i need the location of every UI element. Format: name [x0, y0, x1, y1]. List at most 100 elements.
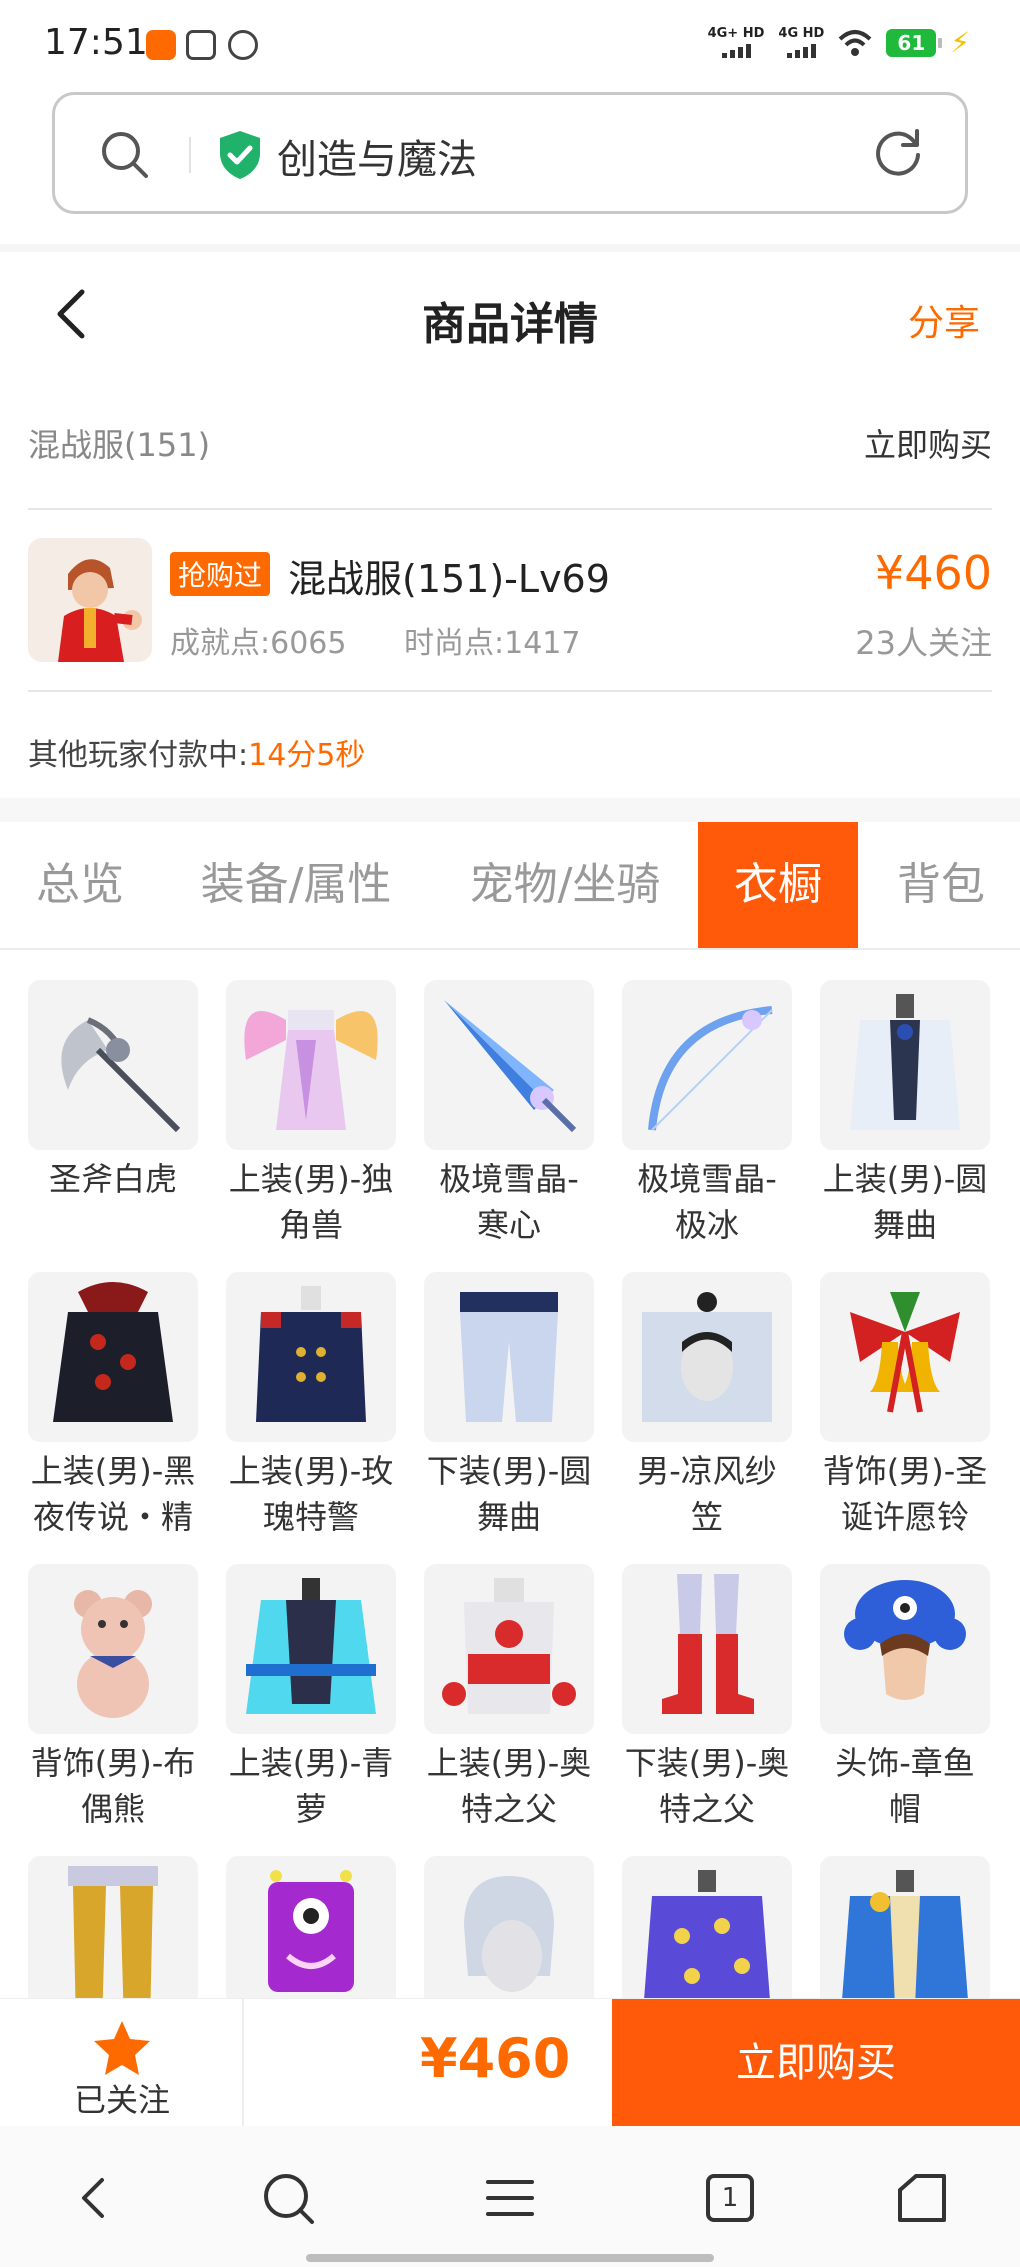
shield-check-icon [220, 131, 260, 179]
buy-now-link[interactable]: 立即购买 [864, 420, 992, 466]
wardrobe-item[interactable] [226, 1856, 396, 1998]
star-icon [94, 2021, 150, 2075]
home-icon[interactable] [894, 2170, 950, 2226]
product-name: 混战服(151)-Lv69 [288, 557, 610, 601]
item-label-line1: 上装(男)-玫 [228, 1452, 394, 1490]
app-notification-icon [146, 30, 176, 60]
tab-wardrobe[interactable]: 衣橱 [698, 822, 858, 948]
action-bar: 已关注 ¥460 立即购买 [0, 1998, 1020, 2127]
buy-now-button[interactable]: 立即购买 [612, 1999, 1020, 2127]
divider [28, 508, 992, 510]
tabs-button[interactable]: 1 [706, 2174, 754, 2222]
follower-count: 23人关注 [855, 624, 992, 662]
cyan-robe-icon [246, 1578, 376, 1714]
signal-bars-icon [778, 44, 824, 58]
wardrobe-item[interactable]: 背饰(男)-圣 诞许愿铃 [820, 1272, 990, 1540]
tab-pets[interactable]: 宠物/坐骑 [430, 822, 700, 948]
home-indicator[interactable] [306, 2254, 714, 2262]
item-image [820, 1272, 990, 1442]
veil-hat-icon [642, 1292, 772, 1422]
item-label-line2: 帽 [888, 1790, 921, 1828]
item-label-line1: 上装(男)-独 [228, 1160, 394, 1198]
wardrobe-item[interactable]: 下装(男)-奥 特之父 [622, 1564, 792, 1832]
purple-monster-icon [268, 1870, 354, 1992]
wardrobe-item[interactable]: 极境雪晶- 极冰 [622, 980, 792, 1248]
back-icon[interactable] [68, 2170, 124, 2226]
silver-hair-icon [464, 1876, 554, 1992]
item-image [820, 1564, 990, 1734]
separator-band [0, 244, 1020, 252]
wardrobe-item[interactable]: 上装(男)-玫 瑰特警 [226, 1272, 396, 1540]
item-label-line2: 极冰 [674, 1206, 739, 1244]
item-label-line1: 头饰-章鱼 [835, 1744, 975, 1782]
address-bar[interactable]: 创造与魔法 [52, 92, 968, 214]
wardrobe-item[interactable] [28, 1856, 198, 1998]
network-label-1: 4G+ HD [707, 26, 765, 41]
item-label-line1: 下装(男)-奥 [624, 1744, 790, 1782]
item-label-line2: 偶熊 [80, 1790, 145, 1828]
wardrobe-item[interactable] [820, 1856, 990, 1998]
item-image [226, 1272, 396, 1442]
tab-equipment[interactable]: 装备/属性 [166, 822, 426, 948]
wardrobe-item[interactable]: 上装(男)-圆 舞曲 [820, 980, 990, 1248]
follow-button[interactable]: 已关注 [0, 1999, 244, 2127]
item-image [622, 1272, 792, 1442]
item-image [28, 980, 198, 1150]
octopus-hat-icon [844, 1580, 966, 1700]
item-image [622, 980, 792, 1150]
wardrobe-item[interactable]: 上装(男)-独 角兽 [226, 980, 396, 1248]
wardrobe-item[interactable]: 圣斧白虎 [28, 980, 198, 1202]
wardrobe-item[interactable]: 上装(男)-奥 特之父 [424, 1564, 594, 1832]
tab-backpack[interactable]: 背包 [862, 822, 1020, 948]
signal-2: 4G HD [778, 27, 824, 58]
charging-icon: ⚡ [950, 26, 970, 59]
tab-count: 1 [721, 2183, 739, 2213]
status-time: 17:51 [44, 22, 148, 63]
item-label-line1: 男-凉风纱 [637, 1452, 777, 1490]
wardrobe-item[interactable]: 上装(男)-青 萝 [226, 1564, 396, 1832]
item-label-line2: 舞曲 [872, 1206, 937, 1244]
search-icon[interactable] [260, 2170, 316, 2226]
item-label-line1: 背饰(男)-布 [30, 1744, 196, 1782]
wardrobe-item[interactable]: 极境雪晶- 寒心 [424, 980, 594, 1248]
christmas-bell-icon [850, 1292, 960, 1413]
share-button[interactable]: 分享 [908, 294, 980, 346]
product-price: ¥460 [874, 546, 992, 600]
paying-countdown: 14分5秒 [248, 738, 366, 773]
ultra-boots-icon [662, 1574, 754, 1714]
server-name: 混战服(151) [28, 426, 211, 464]
wardrobe-grid: 圣斧白虎 上装(男)-独 角兽 极境雪晶- 寒心 极境雪晶- 极冰 上装(男)-… [28, 980, 1000, 1998]
menu-icon[interactable] [482, 2170, 538, 2226]
wardrobe-item[interactable]: 背饰(男)-布 偶熊 [28, 1564, 198, 1832]
item-label-line2: 特之父 [460, 1790, 557, 1828]
item-label-line2: 诞许愿铃 [840, 1498, 969, 1536]
tab-overview[interactable]: 总览 [0, 822, 160, 948]
item-label-line2: 角兽 [278, 1206, 343, 1244]
item-label-line2: 瑰特警 [262, 1498, 359, 1536]
character-avatar-icon [28, 538, 152, 662]
item-image [820, 980, 990, 1150]
network-label-2: 4G HD [778, 26, 825, 41]
wardrobe-item[interactable]: 男-凉风纱 笠 [622, 1272, 792, 1540]
item-label-line1: 上装(男)-黑 [30, 1452, 196, 1490]
page-title: 商品详情 [422, 299, 598, 350]
wardrobe-item[interactable]: 下装(男)-圆 舞曲 [424, 1272, 594, 1540]
mountain-icon [228, 30, 258, 60]
wardrobe-item[interactable] [424, 1856, 594, 1998]
address-text[interactable]: 创造与魔法 [277, 127, 477, 185]
divider [28, 690, 992, 692]
detail-tabs: 总览 装备/属性 宠物/坐骑 衣橱 背包 [0, 822, 1020, 950]
ice-bow-icon [648, 1006, 773, 1131]
status-right: 4G+ HD 4G HD 61 ⚡ [708, 26, 970, 59]
wardrobe-item[interactable]: 头饰-章鱼 帽 [820, 1564, 990, 1832]
item-label-line2: 舞曲 [476, 1498, 541, 1536]
refresh-icon[interactable] [871, 125, 925, 179]
item-image [226, 980, 396, 1150]
item-image [226, 1564, 396, 1734]
wardrobe-item[interactable] [622, 1856, 792, 1998]
item-label-line2: 特之父 [658, 1790, 755, 1828]
wardrobe-item[interactable]: 上装(男)-黑 夜传说・精 [28, 1272, 198, 1540]
item-label-line1: 极境雪晶- [439, 1160, 579, 1198]
item-image [622, 1856, 792, 1998]
search-icon[interactable] [99, 129, 151, 181]
